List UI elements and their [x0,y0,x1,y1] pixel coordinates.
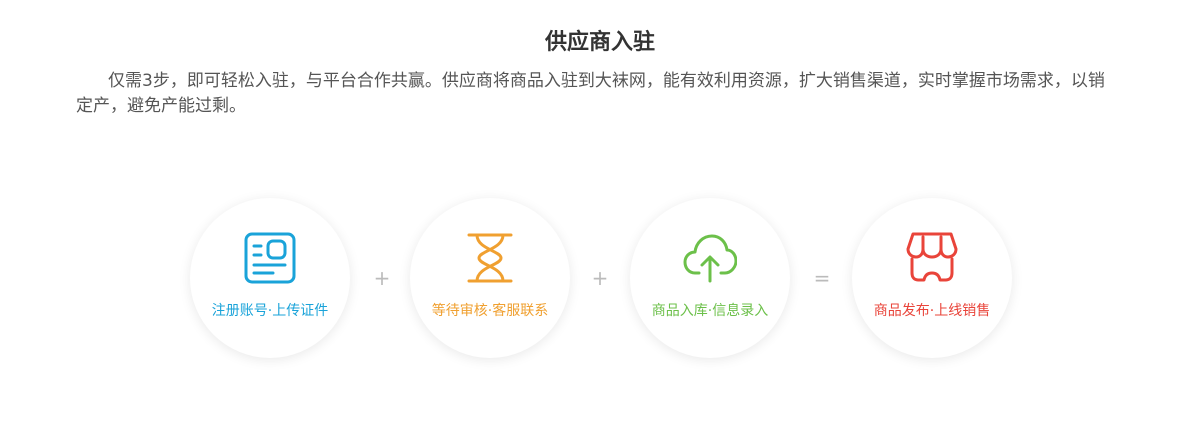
cloud-upload-icon [683,231,737,285]
step-register: 注册账号·上传证件 [190,198,350,358]
step-upload: 商品入库·信息录入 [630,198,790,358]
id-card-icon [243,231,297,285]
plus-operator: + [373,266,391,290]
step-label: 商品入库·信息录入 [651,303,769,319]
intro-text: 仅需3步，即可轻松入驻，与平台合作共赢。供应商将商品入驻到大袜网，能有效利用资源… [76,71,1105,116]
step-publish: 商品发布·上线销售 [852,198,1012,358]
step-label: 等待审核·客服联系 [431,303,549,319]
hourglass-icon [463,231,517,285]
step-label: 商品发布·上线销售 [873,303,991,319]
shop-icon [905,231,959,285]
plus-operator: + [591,266,609,290]
equals-operator: = [813,266,831,290]
step-review: 等待审核·客服联系 [410,198,570,358]
step-label: 注册账号·上传证件 [211,303,329,319]
page-title: 供应商入驻 [544,30,655,55]
